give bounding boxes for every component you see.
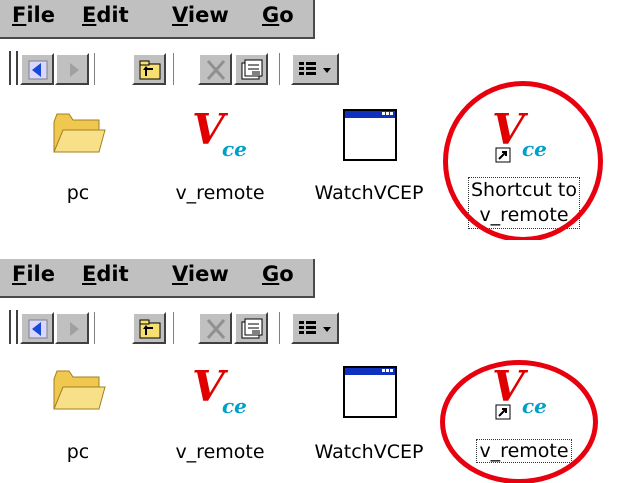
highlight-circle bbox=[440, 360, 598, 483]
file-label: v_remote bbox=[175, 182, 265, 204]
menu-file[interactable]: File bbox=[12, 262, 55, 286]
menu-view-label: iew bbox=[187, 262, 229, 286]
explorer-window-after: File Edit View Go pc V ce v_remote Watch… bbox=[0, 259, 621, 483]
toolbar-separator bbox=[173, 53, 176, 85]
view-menu-icon bbox=[299, 62, 331, 75]
delete-button[interactable] bbox=[198, 312, 232, 344]
folder-icon bbox=[53, 113, 106, 153]
file-label: pc bbox=[66, 182, 90, 204]
highlight-circle bbox=[443, 81, 603, 240]
toolbar-gripper[interactable] bbox=[12, 51, 18, 85]
vce-app-icon: V ce bbox=[192, 108, 247, 160]
file-pc[interactable]: pc bbox=[18, 108, 138, 218]
toolbar-separator bbox=[173, 312, 176, 344]
up-folder-icon bbox=[139, 319, 161, 339]
properties-icon bbox=[241, 318, 263, 339]
menu-view-label: iew bbox=[187, 3, 229, 27]
menu-edit[interactable]: Edit bbox=[82, 3, 129, 27]
toolbar-separator bbox=[94, 53, 97, 85]
file-v-remote[interactable]: V ce v_remote bbox=[160, 365, 280, 475]
back-arrow-icon bbox=[28, 60, 48, 80]
menu-edit-label: dit bbox=[96, 262, 129, 286]
up-folder-button[interactable] bbox=[132, 312, 166, 344]
menu-bar: File Edit View Go bbox=[0, 259, 621, 298]
file-label: WatchVCEP bbox=[314, 182, 424, 204]
menu-edit-label: dit bbox=[96, 3, 129, 27]
menu-file-label: ile bbox=[26, 262, 55, 286]
svg-text:ce: ce bbox=[222, 137, 247, 160]
file-pc[interactable]: pc bbox=[18, 365, 138, 475]
file-watchvcep[interactable]: WatchVCEP bbox=[309, 365, 429, 475]
menu-view[interactable]: View bbox=[172, 3, 229, 27]
window-app-icon bbox=[343, 109, 397, 161]
file-label: WatchVCEP bbox=[314, 441, 424, 463]
forward-button[interactable] bbox=[55, 312, 89, 344]
toolbar-separator bbox=[279, 312, 282, 344]
forward-arrow-icon bbox=[70, 63, 79, 77]
menu-edit[interactable]: Edit bbox=[82, 262, 129, 286]
delete-icon bbox=[206, 319, 226, 339]
up-folder-button[interactable] bbox=[132, 53, 166, 85]
delete-button[interactable] bbox=[198, 53, 232, 85]
menu-bar: File Edit View Go bbox=[0, 0, 621, 39]
menu-edit-mnemonic: E bbox=[82, 262, 97, 286]
svg-text:ce: ce bbox=[222, 394, 247, 417]
menu-file-label: ile bbox=[26, 3, 55, 27]
explorer-window-before: File Edit View Go pc V ce v_remote Watch… bbox=[0, 0, 621, 240]
menu-go-mnemonic: G bbox=[262, 262, 280, 286]
menu-go-mnemonic: G bbox=[262, 3, 280, 27]
window-app-icon bbox=[343, 366, 397, 418]
back-button[interactable] bbox=[20, 53, 54, 85]
menu-view-mnemonic: V bbox=[172, 262, 188, 286]
view-menu-button[interactable] bbox=[291, 53, 339, 85]
file-watchvcep[interactable]: WatchVCEP bbox=[309, 108, 429, 218]
menu-go[interactable]: Go bbox=[262, 3, 294, 27]
file-label: v_remote bbox=[175, 441, 265, 463]
toolbar-gripper[interactable] bbox=[5, 310, 11, 344]
toolbar bbox=[0, 306, 621, 350]
file-v-remote[interactable]: V ce v_remote bbox=[160, 108, 280, 218]
toolbar-gripper[interactable] bbox=[5, 51, 11, 85]
menu-file[interactable]: File bbox=[12, 3, 55, 27]
menu-view-mnemonic: V bbox=[172, 3, 188, 27]
folder-icon bbox=[53, 370, 106, 410]
toolbar-separator bbox=[279, 53, 282, 85]
file-label: pc bbox=[66, 441, 90, 463]
properties-button[interactable] bbox=[234, 312, 268, 344]
menu-go-label: o bbox=[279, 3, 294, 27]
toolbar-separator bbox=[94, 312, 97, 344]
toolbar-gripper[interactable] bbox=[12, 310, 18, 344]
back-button[interactable] bbox=[20, 312, 54, 344]
vce-app-icon: V ce bbox=[192, 365, 247, 417]
properties-icon bbox=[241, 59, 263, 80]
menu-file-mnemonic: F bbox=[12, 262, 27, 286]
up-folder-icon bbox=[139, 60, 161, 80]
menu-go[interactable]: Go bbox=[262, 262, 294, 286]
menu-file-mnemonic: F bbox=[12, 3, 27, 27]
view-menu-button[interactable] bbox=[291, 312, 339, 344]
menu-view[interactable]: View bbox=[172, 262, 229, 286]
forward-arrow-icon bbox=[70, 322, 79, 336]
delete-icon bbox=[206, 60, 226, 80]
properties-button[interactable] bbox=[234, 53, 268, 85]
menu-go-label: o bbox=[279, 262, 294, 286]
forward-button[interactable] bbox=[55, 53, 89, 85]
view-menu-icon bbox=[299, 321, 331, 334]
back-arrow-icon bbox=[28, 319, 48, 339]
menu-edit-mnemonic: E bbox=[82, 3, 97, 27]
